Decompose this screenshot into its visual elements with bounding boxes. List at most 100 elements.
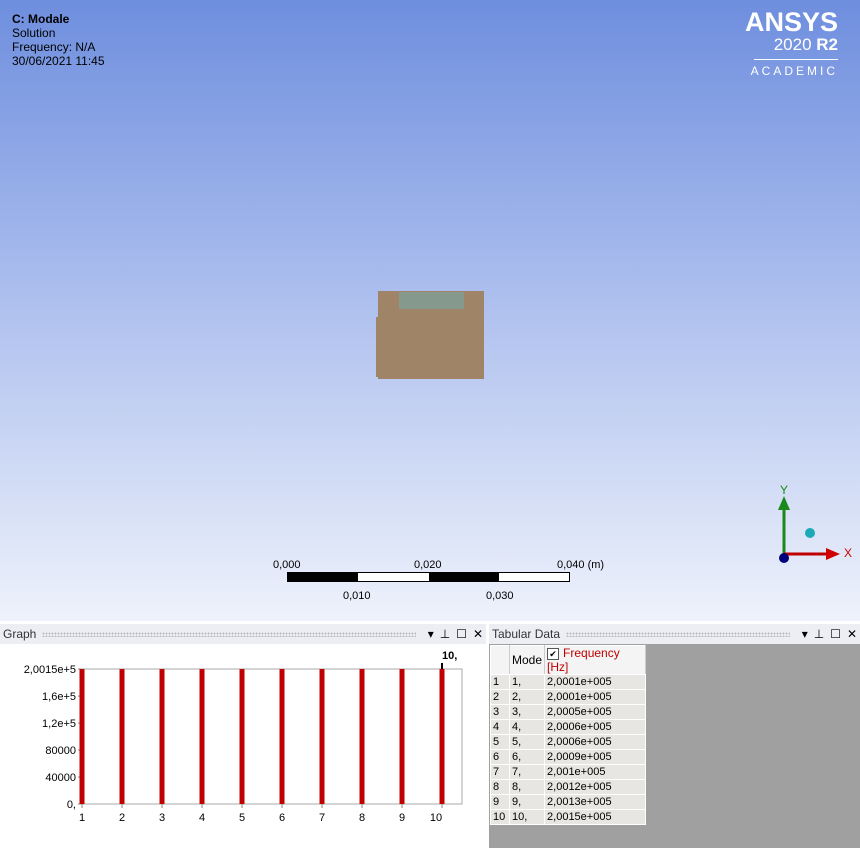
table-row[interactable]: 6 6, 2,0009e+005 bbox=[490, 749, 647, 765]
mode-cell: 4, bbox=[508, 719, 546, 735]
mode-cell: 3, bbox=[508, 704, 546, 720]
scale-label: 0,030 bbox=[486, 590, 514, 602]
tabular-panel: Mode ✔ Frequency [Hz] 1 1, 2,0001e+005 2 2, 2,… bbox=[489, 644, 860, 848]
frequency-chart: 2,0015e+5 1,6e+5 1,2e+5 80000 40000 0,1 2 3 4 5 6 7… bbox=[24, 650, 463, 824]
table-row[interactable]: 3 3, 2,0005e+005 bbox=[490, 704, 647, 720]
bar bbox=[399, 669, 405, 804]
frequency-cell: 2,0013e+005 bbox=[544, 794, 647, 810]
row-index: 10 bbox=[490, 809, 510, 825]
scale-label: 0,000 bbox=[273, 559, 301, 571]
row-index: 1 bbox=[490, 674, 510, 690]
row-index: 8 bbox=[490, 779, 510, 795]
table-row[interactable]: 1 1, 2,0001e+005 bbox=[490, 674, 647, 690]
frequency-cell: 2,001e+005 bbox=[544, 764, 647, 780]
maximize-icon[interactable]: ☐ bbox=[456, 627, 467, 641]
row-index: 7 bbox=[490, 764, 510, 780]
checkbox-icon[interactable]: ✔ bbox=[547, 648, 560, 660]
bar bbox=[239, 669, 245, 804]
dropdown-icon[interactable]: ▾ bbox=[428, 627, 434, 641]
mode-cell: 2, bbox=[508, 689, 546, 705]
bar bbox=[159, 669, 165, 804]
bar bbox=[199, 669, 205, 804]
mode-cell: 7, bbox=[508, 764, 546, 780]
bar bbox=[79, 669, 85, 804]
table-row[interactable]: 2 2, 2,0001e+005 bbox=[490, 689, 647, 705]
dropdown-icon[interactable]: ▾ bbox=[802, 627, 808, 641]
frequency-cell: 2,0006e+005 bbox=[544, 734, 647, 750]
table-row[interactable]: 5 5, 2,0006e+005 bbox=[490, 734, 647, 750]
frequency-cell: 2,0005e+005 bbox=[544, 704, 647, 720]
row-index: 9 bbox=[490, 794, 510, 810]
system-name: C: Modale bbox=[12, 12, 70, 26]
x-tick-label: 2 bbox=[119, 812, 125, 824]
table-row[interactable]: 10 10, 2,0015e+005 bbox=[490, 809, 647, 825]
bar bbox=[319, 669, 325, 804]
frequency-label: Frequency: N/A bbox=[12, 40, 96, 54]
close-icon[interactable]: ✕ bbox=[473, 627, 483, 641]
column-header-frequency[interactable]: ✔ Frequency [Hz] bbox=[544, 645, 647, 675]
plot-area bbox=[81, 668, 463, 805]
logo-release: R2 bbox=[816, 35, 838, 54]
y-tick-label: 1,6e+5 bbox=[42, 691, 76, 703]
table-row[interactable]: 9 9, 2,0013e+005 bbox=[490, 794, 647, 810]
close-icon[interactable]: ✕ bbox=[847, 627, 857, 641]
pin-icon[interactable]: ⊥ bbox=[814, 627, 824, 641]
scale-bar bbox=[287, 572, 570, 582]
table-row[interactable]: 4 4, 2,0006e+005 bbox=[490, 719, 647, 735]
mode-cell: 1, bbox=[508, 674, 546, 690]
y-tick-label: 2,0015e+5 bbox=[24, 664, 76, 676]
x-tick-label: 6 bbox=[279, 812, 285, 824]
x-tick-label: 1 bbox=[79, 812, 85, 824]
3d-viewport[interactable]: C: Modale Solution Frequency: N/A 30/06/… bbox=[0, 0, 860, 621]
frequency-cell: 2,0009e+005 bbox=[544, 749, 647, 765]
table-row[interactable]: 8 8, 2,0012e+005 bbox=[490, 779, 647, 795]
frequency-cell: 2,0001e+005 bbox=[544, 689, 647, 705]
tabular-panel-header: Tabular Data ▾ ⊥ ☐ ✕ bbox=[489, 624, 860, 644]
bar bbox=[119, 669, 125, 804]
tabular-title: Tabular Data bbox=[492, 627, 561, 641]
mode-cell: 6, bbox=[508, 749, 546, 765]
y-tick-label: 40000 bbox=[45, 772, 76, 784]
frequency-cell: 2,0012e+005 bbox=[544, 779, 647, 795]
frequency-cell: 2,0006e+005 bbox=[544, 719, 647, 735]
x-axis-label: X bbox=[844, 546, 852, 560]
timestamp: 30/06/2021 11:45 bbox=[12, 54, 105, 68]
frequency-cell: 2,0001e+005 bbox=[544, 674, 647, 690]
ansys-logo: ANSYS 2020 R2 ACADEMIC bbox=[745, 8, 838, 78]
scale-label: 0,010 bbox=[343, 590, 371, 602]
column-header-mode[interactable]: Mode bbox=[508, 645, 546, 675]
frequency-cell: 2,0015e+005 bbox=[544, 809, 647, 825]
scale-label: 0,040 (m) bbox=[557, 559, 605, 571]
row-index: 4 bbox=[490, 719, 510, 735]
mode-cell: 5, bbox=[508, 734, 546, 750]
y-tick-label: 0, bbox=[67, 799, 76, 811]
axis-triad[interactable]: Y X bbox=[770, 480, 860, 570]
y-tick-label: 80000 bbox=[45, 745, 76, 757]
mode-cell: 8, bbox=[508, 779, 546, 795]
row-index: 6 bbox=[490, 749, 510, 765]
graph-title: Graph bbox=[3, 627, 37, 641]
graph-panel-header: Graph ▾ ⊥ ☐ ✕ bbox=[0, 624, 486, 644]
result-type: Solution bbox=[12, 26, 56, 40]
mode-cell: 9, bbox=[508, 794, 546, 810]
table-row[interactable]: 7 7, 2,001e+005 bbox=[490, 764, 647, 780]
maximize-icon[interactable]: ☐ bbox=[830, 627, 841, 641]
x-tick-label: 3 bbox=[159, 812, 165, 824]
tabular-data-table: Mode ✔ Frequency [Hz] 1 1, 2,0001e+005 2 2, 2,… bbox=[490, 645, 647, 825]
x-tick-label: 7 bbox=[319, 812, 325, 824]
row-index: 5 bbox=[490, 734, 510, 750]
pin-icon[interactable]: ⊥ bbox=[440, 627, 450, 641]
logo-version: 2020 bbox=[773, 35, 812, 54]
bar bbox=[439, 669, 445, 804]
graph-panel: 2,0015e+5 1,6e+5 1,2e+5 80000 40000 0, 1 2 3 4 5 6 7… bbox=[0, 644, 486, 848]
row-index: 3 bbox=[490, 704, 510, 720]
x-tick-label: 5 bbox=[239, 812, 245, 824]
annotation-label: 10, bbox=[442, 650, 457, 662]
bar bbox=[279, 669, 285, 804]
mode-cell: 10, bbox=[508, 809, 546, 825]
row-index: 2 bbox=[490, 689, 510, 705]
x-tick-label: 10 bbox=[430, 812, 442, 824]
bar bbox=[359, 669, 365, 804]
result-info: C: Modale Solution Frequency: N/A 30/06/… bbox=[12, 12, 105, 68]
x-tick-label: 8 bbox=[359, 812, 365, 824]
